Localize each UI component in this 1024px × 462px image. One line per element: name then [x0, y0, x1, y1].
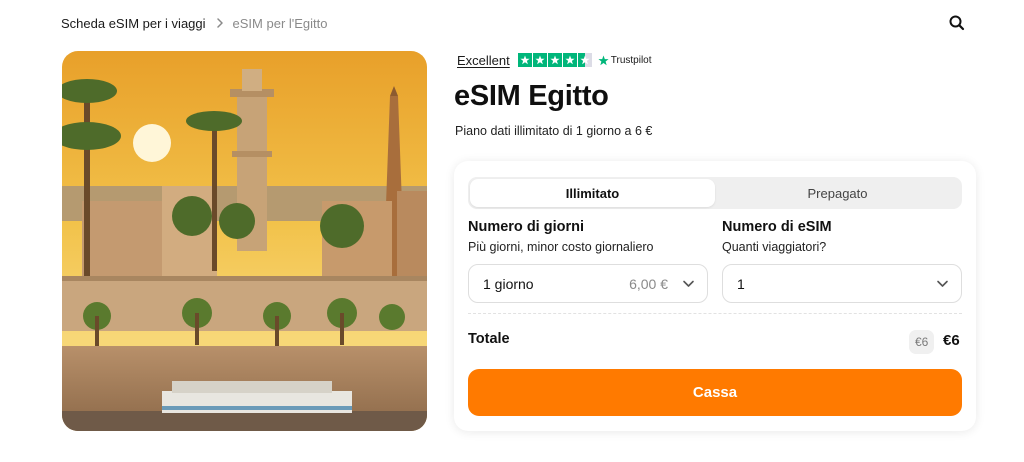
breadcrumb-home-link[interactable]: Scheda eSIM per i viaggi [61, 16, 206, 31]
esim-count-value: 1 [737, 275, 745, 292]
plan-summary: Piano dati illimitato di 1 giorno a 6 € [455, 124, 653, 138]
total-label: Totale [468, 331, 510, 347]
breadcrumb-current: eSIM per l'Egitto [232, 15, 328, 31]
tab-prepagato[interactable]: Prepagato [715, 179, 960, 207]
esim-field-title: Numero di eSIM [722, 219, 832, 235]
days-select-price: 6,00 € [629, 275, 668, 292]
tab-illimitato[interactable]: Illimitato [470, 179, 715, 207]
divider [468, 313, 962, 314]
rating-stars [517, 53, 592, 67]
trustpilot-rating[interactable]: Excellent Trustpilot [457, 51, 652, 69]
chevron-right-icon [216, 18, 224, 28]
days-select[interactable]: 1 giorno 6,00 € [468, 264, 708, 303]
star-icon [547, 53, 562, 67]
chevron-down-icon [683, 280, 694, 287]
search-icon[interactable] [948, 14, 966, 32]
trustpilot-logo: Trustpilot [598, 55, 652, 66]
trustpilot-brand: Trustpilot [610, 54, 652, 66]
esim-count-select[interactable]: 1 [722, 264, 962, 303]
total-price: €6 [943, 332, 960, 349]
checkout-button[interactable]: Cassa [468, 369, 962, 416]
star-icon [517, 53, 532, 67]
destination-image [62, 51, 427, 431]
days-field-subtitle: Più giorni, minor costo giornaliero [468, 240, 654, 254]
star-icon [532, 53, 547, 67]
original-price-badge: €6 [909, 330, 935, 354]
star-half-icon [577, 53, 592, 67]
star-icon [562, 53, 577, 67]
breadcrumb: Scheda eSIM per i viaggi eSIM per l'Egit… [61, 15, 328, 31]
plan-type-tabs: Illimitato Prepagato [468, 177, 962, 209]
rating-label[interactable]: Excellent [457, 53, 510, 68]
purchase-card: Illimitato Prepagato Numero di giorni Pi… [454, 161, 976, 431]
days-select-value: 1 giorno [483, 275, 534, 292]
days-field-title: Numero di giorni [468, 219, 584, 235]
chevron-down-icon [937, 280, 948, 287]
page-title: eSIM Egitto [454, 80, 609, 112]
esim-field-subtitle: Quanti viaggiatori? [722, 240, 827, 254]
trustpilot-star-icon [598, 55, 609, 65]
